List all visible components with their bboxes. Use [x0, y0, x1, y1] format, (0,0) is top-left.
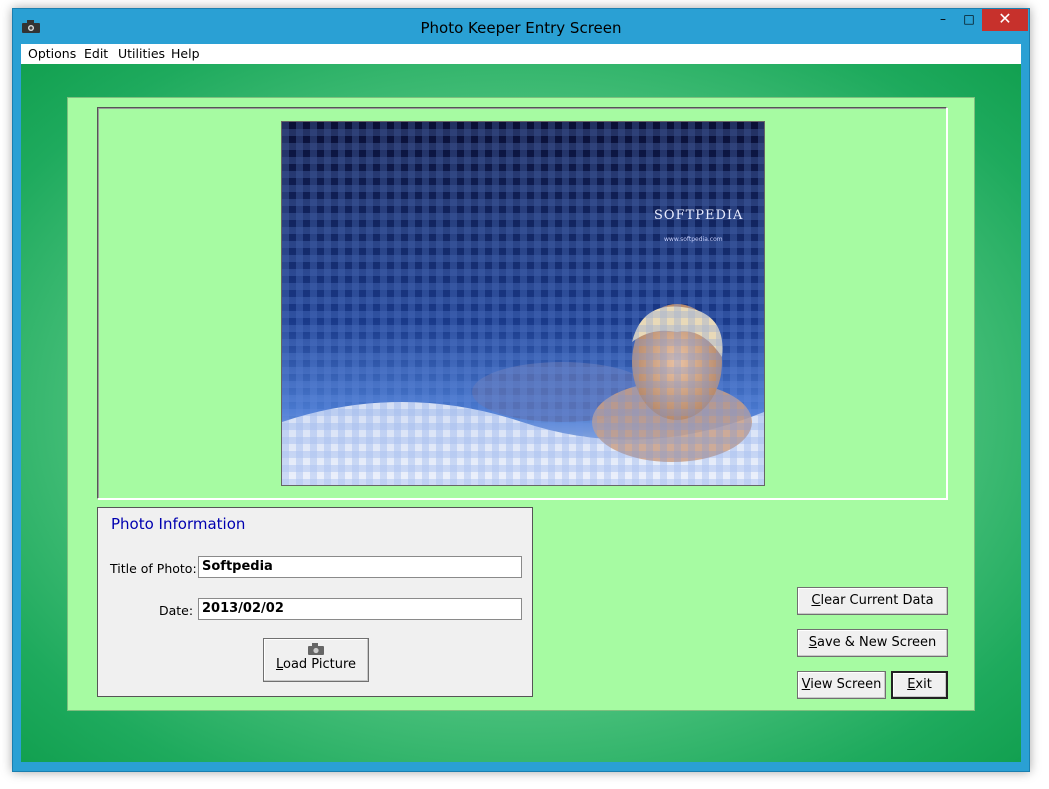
camera-icon — [308, 643, 324, 655]
save-label: ave & New Screen — [817, 635, 937, 650]
menu-help[interactable]: Help — [171, 46, 200, 61]
title-bar[interactable]: Photo Keeper Entry Screen – □ ✕ — [13, 9, 1029, 44]
load-picture-mnemonic: L — [275, 657, 283, 672]
photo-frame: SOFTPEDIA www.softpedia.com — [97, 107, 947, 499]
load-picture-label: oad Picture — [283, 657, 357, 672]
menu-utilities[interactable]: Utilities — [118, 46, 165, 61]
client-area: SOFTPEDIA www.softpedia.com Photo Inform… — [21, 64, 1021, 762]
exit-label: xit — [915, 677, 932, 692]
exit-button[interactable]: Exit — [891, 671, 948, 699]
view-label: iew Screen — [810, 677, 882, 692]
date-field[interactable]: 2013/02/02 — [198, 598, 522, 620]
maximize-button[interactable]: □ — [956, 9, 982, 31]
view-screen-button[interactable]: View Screen — [797, 671, 886, 699]
date-label: Date: — [159, 603, 194, 618]
menu-options[interactable]: Options — [28, 46, 76, 61]
title-field[interactable]: Softpedia — [198, 556, 522, 578]
app-window: Photo Keeper Entry Screen – □ ✕ Options … — [12, 8, 1030, 772]
save-new-screen-button[interactable]: Save & New Screen — [797, 629, 948, 657]
view-mnemonic: V — [801, 677, 811, 692]
menu-edit[interactable]: Edit — [84, 46, 108, 61]
photo-brand-text: SOFTPEDIA — [654, 208, 744, 223]
save-mnemonic: S — [808, 635, 817, 650]
photo-brand-url: www.softpedia.com — [664, 236, 723, 243]
photo-information-heading: Photo Information — [111, 515, 246, 533]
close-button[interactable]: ✕ — [982, 9, 1028, 31]
load-picture-button[interactable]: Load Picture — [263, 638, 369, 682]
main-panel: SOFTPEDIA www.softpedia.com Photo Inform… — [67, 97, 975, 711]
photo-preview: SOFTPEDIA www.softpedia.com — [281, 121, 765, 486]
window-title: Photo Keeper Entry Screen — [420, 19, 622, 37]
clear-label: lear Current Data — [820, 593, 934, 608]
clear-current-data-button[interactable]: Clear Current Data — [797, 587, 948, 615]
photo-pattern — [282, 122, 764, 485]
menu-bar: Options Edit Utilities Help — [21, 44, 1021, 64]
clear-mnemonic: C — [811, 593, 821, 608]
photo-information-panel: Photo Information Title of Photo: Softpe… — [97, 507, 533, 697]
title-label: Title of Photo: — [110, 561, 197, 576]
minimize-button[interactable]: – — [930, 9, 956, 31]
